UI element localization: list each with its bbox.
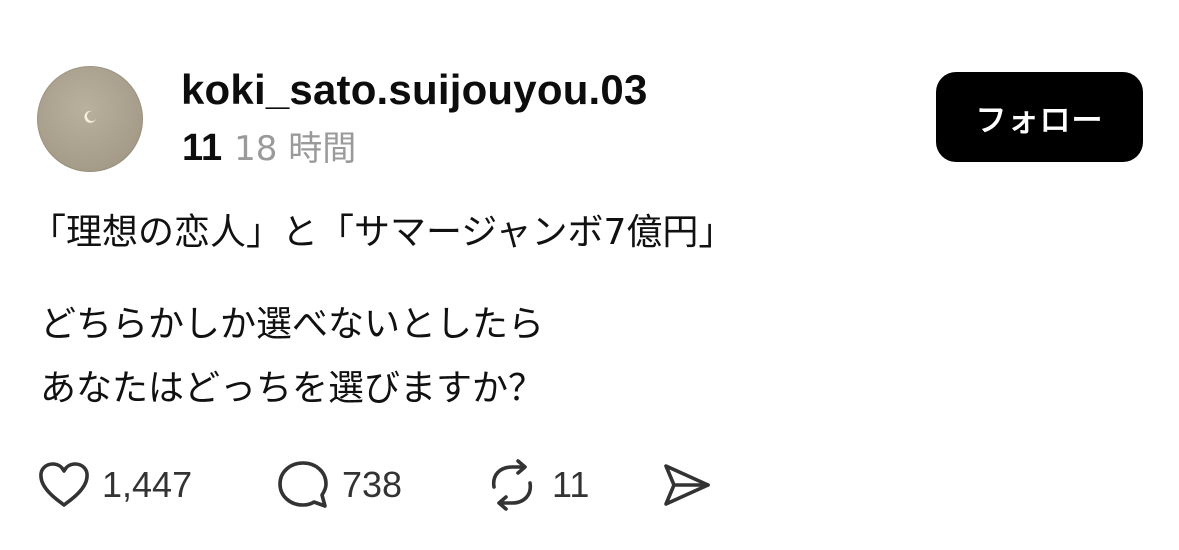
- timestamp: 18 時間: [234, 129, 357, 169]
- post-text-line: 「理想の恋人」と「サマージャンボ7億円」: [30, 212, 735, 253]
- share-button[interactable]: [660, 455, 714, 515]
- like-button[interactable]: 1,447: [38, 455, 192, 515]
- post-text-line: どちらかしか選べないとしたら: [40, 304, 545, 345]
- badge-number: 11: [182, 127, 223, 169]
- speech-bubble-icon: [278, 461, 328, 508]
- repost-icon: [491, 459, 533, 511]
- crescent-moon-icon: [84, 110, 96, 123]
- reply-button[interactable]: 738: [276, 455, 402, 515]
- reply-count: 738: [342, 464, 403, 505]
- avatar[interactable]: [37, 66, 143, 172]
- repost-count: 11: [552, 464, 590, 505]
- repost-button[interactable]: 11: [484, 455, 589, 515]
- follow-button[interactable]: フォロー: [936, 72, 1143, 162]
- action-bar: 1,447 738 11: [0, 455, 1179, 515]
- like-count: 1,447: [102, 464, 193, 505]
- heart-icon: [39, 462, 89, 507]
- send-icon: [664, 464, 710, 506]
- post-meta: 11 18 時間: [182, 122, 356, 174]
- post-text-line: あなたはどっちを選びますか？: [40, 368, 545, 409]
- username[interactable]: koki_sato.suijouyou.03: [181, 64, 648, 116]
